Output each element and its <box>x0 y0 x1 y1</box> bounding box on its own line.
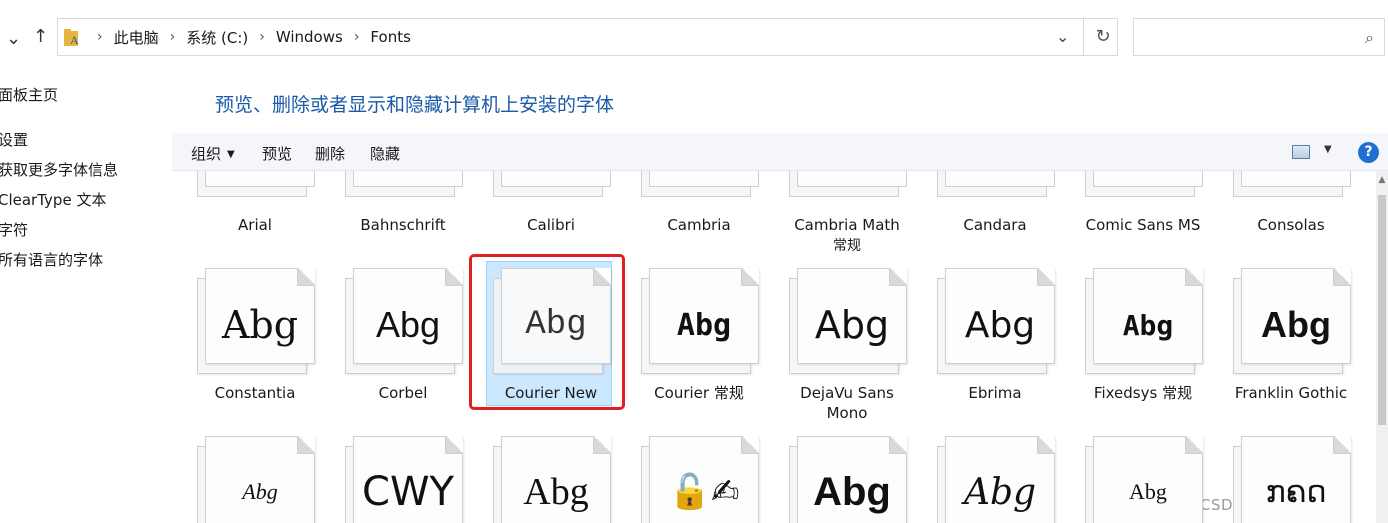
font-sample-text: Abg <box>523 471 589 513</box>
crumb-system-drive[interactable]: 系统 (C:) <box>186 27 248 48</box>
font-sample-text: Abg <box>1122 308 1174 342</box>
help-icon[interactable]: ? <box>1358 142 1379 163</box>
font-style-label: 常规 <box>833 238 861 254</box>
scroll-up-icon[interactable]: ▲ <box>1376 175 1388 185</box>
font-name-label: Bahnschrift <box>360 216 446 234</box>
divider <box>1083 19 1084 55</box>
font-sample-text: Abg <box>1129 479 1167 504</box>
command-bar: 组织 ▼ 预览 删除 隐藏 ▼ ? <box>172 133 1388 171</box>
font-tile[interactable]: Abg <box>1085 436 1205 523</box>
font-tile[interactable]: Abg <box>789 436 909 523</box>
organize-label: 组织 <box>191 145 222 163</box>
crumb-this-pc[interactable]: 此电脑 <box>114 27 159 48</box>
svg-text:A: A <box>70 33 79 46</box>
chevron-right-icon[interactable]: › <box>170 29 176 45</box>
font-name-label: Fixedsys 常规 <box>1093 384 1193 402</box>
fonts-folder-icon: A <box>64 29 79 46</box>
chevron-down-icon[interactable]: ⌄ <box>6 28 21 49</box>
chevron-right-icon[interactable]: › <box>354 29 360 45</box>
font-sample-text: Abg <box>525 306 587 344</box>
hide-button[interactable]: 隐藏 <box>370 143 400 164</box>
caret-down-icon: ▼ <box>227 149 235 160</box>
font-sample-text: Abg <box>375 304 441 345</box>
left-link-more-font-info[interactable]: 获取更多字体信息 <box>0 159 118 180</box>
chevron-right-icon[interactable]: › <box>259 29 265 45</box>
chevron-right-icon[interactable]: › <box>97 29 103 45</box>
font-name-label: Calibri <box>527 216 575 234</box>
font-file-icon <box>1085 171 1203 199</box>
font-sample-text: Abg <box>814 303 890 347</box>
left-link-cleartype[interactable]: ClearType 文本 <box>0 189 106 210</box>
search-icon[interactable]: ⌕ <box>1365 28 1374 48</box>
font-sample-text: ກຄດ <box>1265 474 1327 510</box>
font-sample-text: 🔓✍ <box>668 472 740 512</box>
font-name-label: Constantia <box>214 384 296 402</box>
font-file-icon <box>197 171 315 199</box>
refresh-icon[interactable]: ↻ <box>1091 25 1115 49</box>
font-sample-text: Abg <box>242 479 278 504</box>
font-file-icon <box>345 171 463 199</box>
font-name-label-line2: Mono <box>826 404 868 422</box>
vertical-scrollbar[interactable]: ▲ <box>1376 171 1388 523</box>
font-sample-text: Abg <box>963 471 1037 513</box>
font-name-label: Candara <box>963 216 1027 234</box>
left-link-all-language-fonts[interactable]: 所有语言的字体 <box>0 249 103 270</box>
left-link-characters[interactable]: 字符 <box>0 219 28 240</box>
font-name-label: DejaVu Sans <box>800 384 894 402</box>
font-sample-text: Abg <box>221 303 299 347</box>
font-name-label: Comic Sans MS <box>1085 216 1201 234</box>
left-link-settings[interactable]: 设置 <box>0 129 28 150</box>
font-file-icon <box>789 171 907 199</box>
font-name-label: Ebrima <box>968 384 1022 402</box>
font-sample-text: Abg <box>676 307 732 343</box>
left-link-control-panel-home[interactable]: 面板主页 <box>0 84 58 105</box>
preview-button[interactable]: 预览 <box>262 143 292 164</box>
font-name-label: Cambria Math <box>794 216 900 234</box>
font-name-label: Arial <box>238 216 272 234</box>
font-file-icon <box>641 171 759 199</box>
up-arrow-icon[interactable]: ↑ <box>33 26 48 47</box>
font-tile[interactable]: ກຄດ <box>1233 436 1353 523</box>
delete-button[interactable]: 删除 <box>315 143 345 164</box>
font-file-icon <box>1233 171 1351 199</box>
address-bar[interactable]: A › 此电脑 › 系统 (C:) › Windows › Fonts ⌄ ↻ <box>57 18 1118 56</box>
scroll-thumb[interactable] <box>1378 195 1386 425</box>
organize-button[interactable]: 组织 ▼ <box>191 143 235 164</box>
font-name-label: Cambria <box>667 216 731 234</box>
font-file-icon <box>493 171 611 199</box>
font-tile[interactable]: Abg <box>197 436 317 523</box>
search-input[interactable]: ⌕ <box>1133 18 1385 56</box>
crumb-windows[interactable]: Windows <box>276 28 343 46</box>
caret-down-icon[interactable]: ▼ <box>1324 144 1332 155</box>
font-name-label: Corbel <box>378 384 428 402</box>
chevron-down-icon[interactable]: ⌄ <box>1056 27 1072 47</box>
font-name-label: Consolas <box>1257 216 1325 234</box>
font-tile[interactable]: CWY <box>345 436 465 523</box>
font-file-icon <box>937 171 1055 199</box>
font-name-label: Courier 常规 <box>654 384 744 402</box>
font-sample-text: Abg <box>813 469 891 514</box>
view-options-icon[interactable] <box>1292 145 1310 159</box>
font-tile[interactable]: Abg <box>493 436 613 523</box>
breadcrumb: › 此电脑 › 系统 (C:) › Windows › Fonts <box>86 19 411 55</box>
font-sample-text: Abg <box>964 304 1036 346</box>
crumb-fonts[interactable]: Fonts <box>370 28 410 46</box>
font-tile[interactable]: 🔓✍ <box>641 436 761 523</box>
font-name-label: Courier New <box>504 384 598 402</box>
font-tile[interactable]: Abg <box>937 436 1057 523</box>
font-sample-text: Abg <box>1261 304 1331 345</box>
font-name-label: Franklin Gothic <box>1234 384 1348 402</box>
font-sample-text: CWY <box>362 469 454 515</box>
page-title: 预览、删除或者显示和隐藏计算机上安装的字体 <box>215 94 615 116</box>
